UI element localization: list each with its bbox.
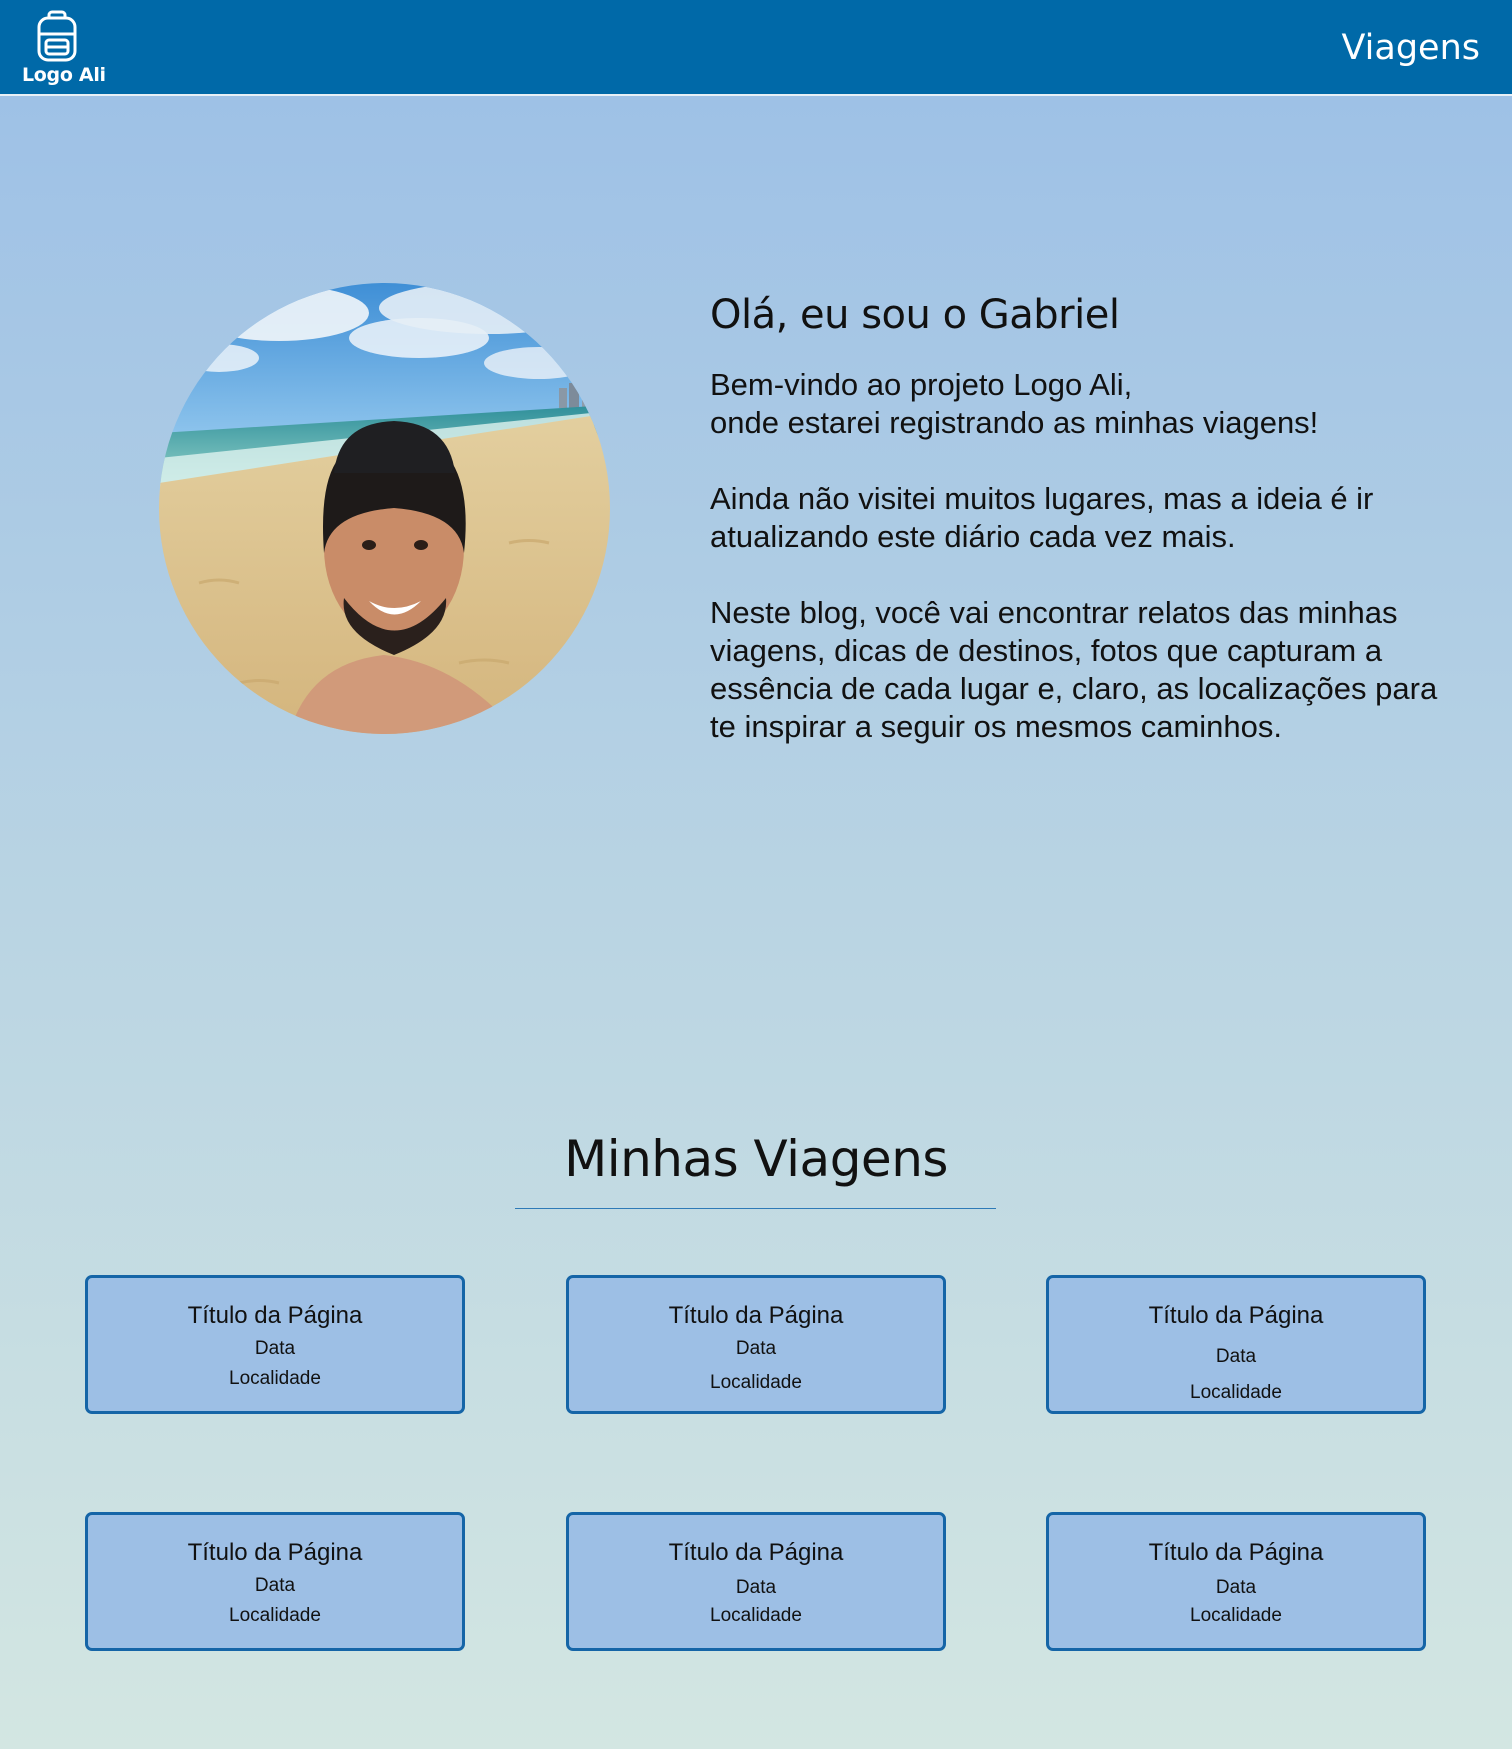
trip-card[interactable]: Título da Página Data Localidade [85,1275,465,1414]
trip-card-title: Título da Página [668,1539,844,1566]
site-header: Logo Ali Viagens [0,0,1512,96]
trip-card-date: Data [1215,1577,1257,1598]
trip-card-title: Título da Página [187,1539,363,1566]
hero-text-line: onde estarei registrando as minhas viage… [710,405,1319,440]
trip-card-date: Data [254,1575,296,1596]
hero-text-line: Ainda não visitei muitos lugares, mas a … [710,481,1374,516]
trip-card-location: Localidade [1190,1605,1282,1626]
trip-card[interactable]: Título da Página Data Localidade [85,1512,465,1651]
hero-paragraph: Neste blog, você vai encontrar relatos d… [710,594,1470,746]
trip-card-location: Localidade [710,1372,802,1393]
hero-text-line: essência de cada lugar e, claro, as loca… [710,671,1438,706]
backpack-icon [22,10,112,62]
trip-card-title: Título da Página [1148,1302,1324,1329]
trip-card[interactable]: Título da Página Data Localidade [1046,1512,1426,1651]
hero-text-line: atualizando este diário cada vez mais. [710,519,1236,554]
trip-card-title: Título da Página [1148,1539,1324,1566]
hero-title: Olá, eu sou o Gabriel [710,292,1120,338]
trip-card-location: Localidade [229,1368,321,1389]
trip-card-title: Título da Página [668,1302,844,1329]
profile-photo [159,283,610,734]
hero-intro: Olá, eu sou o Gabriel Bem-vindo ao proje… [710,292,1470,784]
hero-text-line: Bem-vindo ao projeto Logo Ali, [710,367,1133,402]
trip-card-location: Localidade [229,1605,321,1626]
logo-link[interactable]: Logo Ali [22,10,112,86]
hero-paragraph: Ainda não visitei muitos lugares, mas a … [710,480,1470,556]
hero-text-line: viagens, dicas de destinos, fotos que ca… [710,633,1383,668]
trip-card-date: Data [735,1577,777,1598]
trip-card-title: Título da Página [187,1302,363,1329]
section-divider [515,1208,996,1209]
trip-card[interactable]: Título da Página Data Localidade [566,1512,946,1651]
logo-label: Logo Ali [22,64,106,86]
nav-link-viagens[interactable]: Viagens [1341,28,1480,68]
trip-card-location: Localidade [1190,1382,1282,1403]
trip-card-date: Data [1215,1346,1257,1367]
hero-text-line: Neste blog, você vai encontrar relatos d… [710,595,1398,630]
trip-card-date: Data [254,1338,296,1359]
section-title-trips: Minhas Viagens [564,1130,948,1188]
trip-card-location: Localidade [710,1605,802,1626]
hero-text-line: te inspirar a seguir os mesmos caminhos. [710,709,1283,744]
trip-card[interactable]: Título da Página Data Localidade [566,1275,946,1414]
hero-paragraph: Bem-vindo ao projeto Logo Ali, onde esta… [710,366,1470,442]
trip-card-date: Data [735,1338,777,1359]
trip-card[interactable]: Título da Página Data Localidade [1046,1275,1426,1414]
